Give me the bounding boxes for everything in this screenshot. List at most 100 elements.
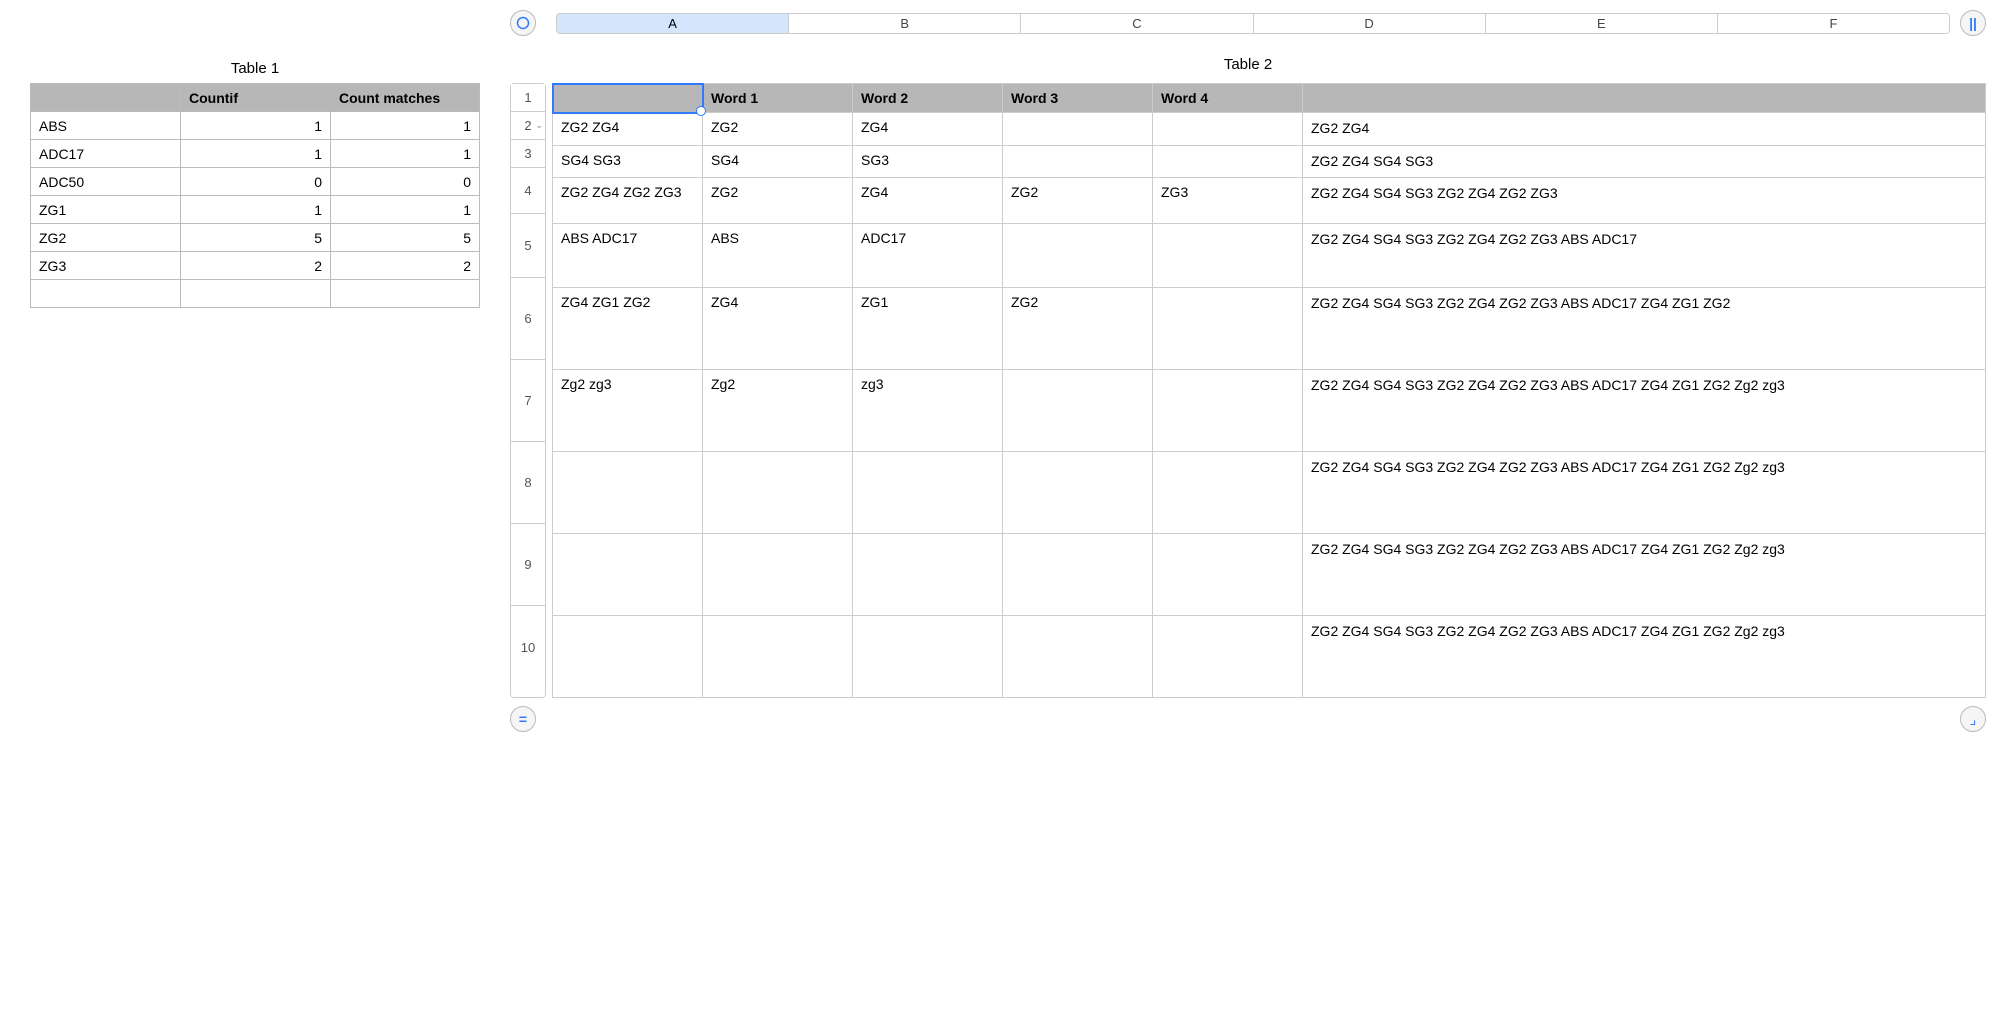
table2-cell[interactable] [553, 616, 703, 698]
table2-cell[interactable]: ZG2 ZG4 SG4 SG3 ZG2 ZG4 ZG2 ZG3 ABS ADC1… [1303, 452, 1986, 534]
table2-cell[interactable] [1153, 224, 1303, 288]
table1-cell[interactable]: 5 [181, 224, 331, 252]
table2-cell[interactable]: ZG2 [703, 113, 853, 146]
row-number-4[interactable]: 4 [511, 168, 545, 214]
table2-cell[interactable]: ZG2 ZG4 SG4 SG3 ZG2 ZG4 ZG2 ZG3 ABS ADC1… [1303, 224, 1986, 288]
table2-header-3[interactable]: Word 3 [1003, 84, 1153, 113]
table2-cell[interactable] [1003, 452, 1153, 534]
table2-cell[interactable]: zg3 [853, 370, 1003, 452]
add-column-icon[interactable]: || [1960, 10, 1986, 36]
table1-header-1[interactable]: Countif [181, 84, 331, 112]
table2-cell[interactable] [553, 534, 703, 616]
table2-cell[interactable]: Zg2 [703, 370, 853, 452]
table2-cell[interactable]: ZG3 [1153, 178, 1303, 224]
table1-cell[interactable]: 1 [181, 112, 331, 140]
table2-cell[interactable] [1003, 113, 1153, 146]
table2-cell[interactable] [703, 452, 853, 534]
table1-cell[interactable]: 1 [331, 112, 480, 140]
table1-cell[interactable]: 1 [331, 196, 480, 224]
row-number-8[interactable]: 8 [511, 442, 545, 524]
table2-header-1[interactable]: Word 1 [703, 84, 853, 113]
table2-cell[interactable]: ZG4 [703, 288, 853, 370]
table2-cell[interactable]: ADC17 [853, 224, 1003, 288]
column-header-B[interactable]: B [789, 14, 1021, 33]
column-header-C[interactable]: C [1021, 14, 1253, 33]
table2-cell[interactable]: Zg2 zg3 [553, 370, 703, 452]
table2-cell[interactable]: ZG2 [1003, 288, 1153, 370]
table2-cell[interactable]: ZG2 [1003, 178, 1153, 224]
table2-cell[interactable]: ZG2 ZG4 [1303, 113, 1986, 146]
table2-cell[interactable] [1003, 616, 1153, 698]
table2-cell[interactable]: SG3 [853, 145, 1003, 178]
table1-header-0[interactable] [31, 84, 181, 112]
table1-cell[interactable] [331, 280, 480, 308]
chevron-down-icon[interactable]: ⌄ [535, 120, 543, 131]
table1-cell[interactable]: ABS [31, 112, 181, 140]
table2-cell[interactable] [1153, 534, 1303, 616]
row-number-6[interactable]: 6 [511, 278, 545, 360]
table2-header-0[interactable] [553, 84, 703, 113]
column-header-E[interactable]: E [1486, 14, 1718, 33]
table1-cell[interactable]: 1 [331, 140, 480, 168]
row-number-3[interactable]: 3 [511, 140, 545, 168]
resize-handle-icon[interactable]: ⌟ [1960, 706, 1986, 732]
table2-cell[interactable]: SG4 SG3 [553, 145, 703, 178]
table2-cell[interactable] [1153, 113, 1303, 146]
table2-cell[interactable]: ZG2 ZG4 SG4 SG3 [1303, 145, 1986, 178]
table1-cell[interactable]: 0 [181, 168, 331, 196]
table2-cell[interactable]: ZG2 ZG4 [553, 113, 703, 146]
table1-cell[interactable] [31, 280, 181, 308]
table2-header-4[interactable]: Word 4 [1153, 84, 1303, 113]
table2-cell[interactable]: ZG2 ZG4 SG4 SG3 ZG2 ZG4 ZG2 ZG3 ABS ADC1… [1303, 288, 1986, 370]
table2-cell[interactable]: ZG2 [703, 178, 853, 224]
table2-cell[interactable] [703, 616, 853, 698]
table2-cell[interactable]: ZG2 ZG4 ZG2 ZG3 [553, 178, 703, 224]
table2-cell[interactable] [1153, 616, 1303, 698]
table1-cell[interactable]: ADC17 [31, 140, 181, 168]
table2-cell[interactable]: ZG2 ZG4 SG4 SG3 ZG2 ZG4 ZG2 ZG3 ABS ADC1… [1303, 534, 1986, 616]
table2-cell[interactable]: SG4 [703, 145, 853, 178]
table2-cell[interactable]: ZG4 [853, 113, 1003, 146]
table2-cell[interactable]: ZG4 ZG1 ZG2 [553, 288, 703, 370]
table2-cell[interactable] [1003, 370, 1153, 452]
table2-cell[interactable] [853, 452, 1003, 534]
column-header-A[interactable]: A [557, 14, 789, 33]
table2-cell[interactable]: ZG2 ZG4 SG4 SG3 ZG2 ZG4 ZG2 ZG3 ABS ADC1… [1303, 370, 1986, 452]
table2-cell[interactable] [703, 534, 853, 616]
add-row-icon[interactable]: = [510, 706, 536, 732]
table1-cell[interactable]: ZG3 [31, 252, 181, 280]
table2-cell[interactable] [1153, 370, 1303, 452]
table2[interactable]: Word 1Word 2Word 3Word 4 ZG2 ZG4ZG2ZG4ZG… [552, 83, 1986, 698]
table2-cell[interactable]: ZG1 [853, 288, 1003, 370]
table2-cell[interactable] [553, 452, 703, 534]
table1-cell[interactable] [181, 280, 331, 308]
table1-cell[interactable]: 2 [181, 252, 331, 280]
table1-header-2[interactable]: Count matches [331, 84, 480, 112]
table1-cell[interactable]: 1 [181, 196, 331, 224]
table1-cell[interactable]: ZG2 [31, 224, 181, 252]
row-number-7[interactable]: 7 [511, 360, 545, 442]
table2-cell[interactable] [853, 616, 1003, 698]
table2-cell[interactable] [1003, 534, 1153, 616]
table2-cell[interactable] [853, 534, 1003, 616]
table2-cell[interactable] [1003, 145, 1153, 178]
row-number-2[interactable]: 2⌄ [511, 112, 545, 140]
table2-cell[interactable]: ABS ADC17 [553, 224, 703, 288]
table2-header-5[interactable] [1303, 84, 1986, 113]
table-menu-circle-icon[interactable] [510, 10, 536, 36]
table2-cell[interactable] [1003, 224, 1153, 288]
table1[interactable]: Countif Count matches ABS11ADC1711ADC500… [30, 83, 480, 308]
table1-cell[interactable]: 2 [331, 252, 480, 280]
column-header-F[interactable]: F [1718, 14, 1949, 33]
table1-cell[interactable]: 0 [331, 168, 480, 196]
row-number-10[interactable]: 10 [511, 606, 545, 688]
table2-cell[interactable]: ABS [703, 224, 853, 288]
row-number-9[interactable]: 9 [511, 524, 545, 606]
row-number-1[interactable]: 1 [511, 84, 545, 112]
table2-cell[interactable]: ZG2 ZG4 SG4 SG3 ZG2 ZG4 ZG2 ZG3 [1303, 178, 1986, 224]
table2-cell[interactable]: ZG2 ZG4 SG4 SG3 ZG2 ZG4 ZG2 ZG3 ABS ADC1… [1303, 616, 1986, 698]
table1-cell[interactable]: 5 [331, 224, 480, 252]
table1-cell[interactable]: ADC50 [31, 168, 181, 196]
row-number-5[interactable]: 5 [511, 214, 545, 278]
table2-cell[interactable]: ZG4 [853, 178, 1003, 224]
